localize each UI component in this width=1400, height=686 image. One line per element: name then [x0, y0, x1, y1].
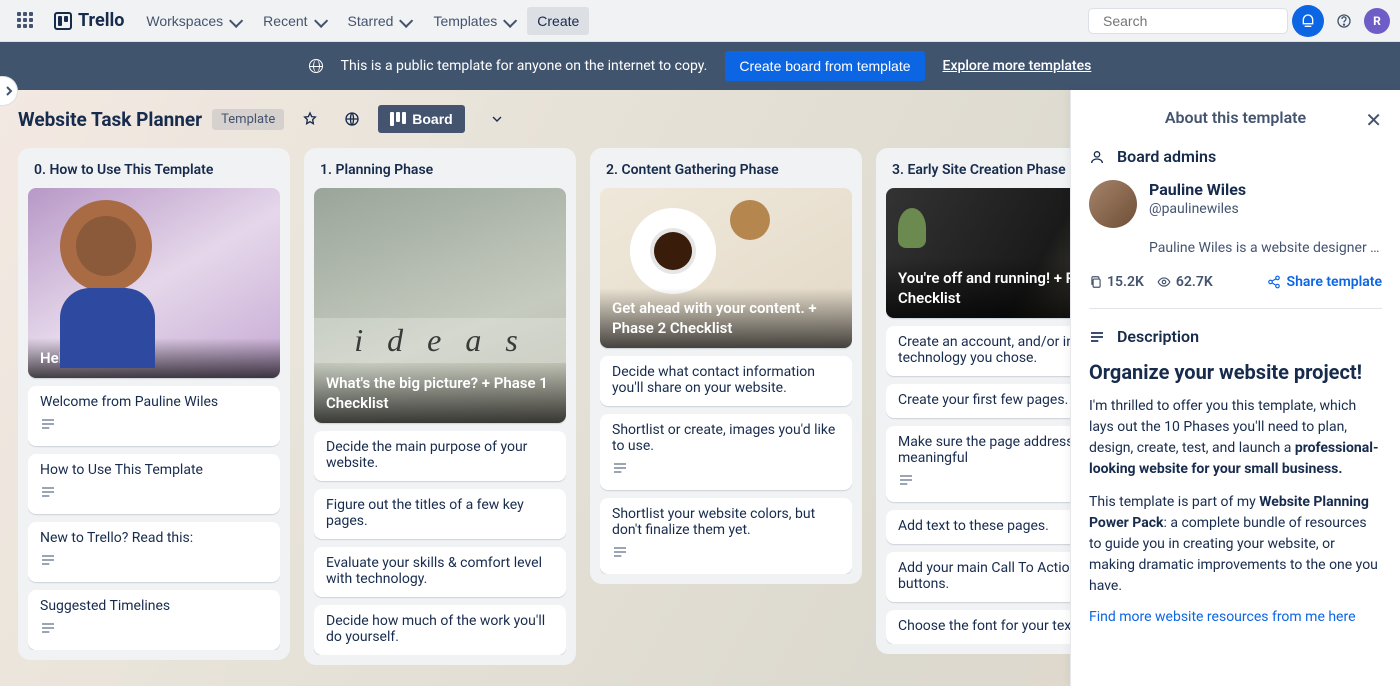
banner-message: This is a public template for anyone on …	[341, 58, 708, 74]
template-badge: Template	[212, 109, 284, 130]
description-icon	[1089, 329, 1105, 345]
card[interactable]: Shortlist or create, images you'd like t…	[600, 414, 852, 490]
cover-title: Hello & Welcome	[28, 338, 280, 378]
brand-text: Trello	[78, 10, 124, 31]
list: 1. Planning Phasei d e a sWhat's the big…	[304, 148, 576, 665]
chevron-down-icon	[314, 18, 324, 24]
search-input[interactable]	[1103, 13, 1284, 29]
admin-name: Pauline Wiles	[1149, 180, 1246, 199]
card-text: Decide how much of the work you'll do yo…	[326, 613, 554, 645]
visibility-icon[interactable]	[336, 103, 368, 135]
card[interactable]: Decide the main purpose of your website.	[314, 431, 566, 481]
cards-container: i d e a sWhat's the big picture? + Phase…	[314, 188, 566, 655]
admin-bio: Pauline Wiles is a website designer …	[1149, 240, 1382, 256]
find-more-link[interactable]: Find more website resources from me here	[1089, 609, 1356, 625]
help-icon[interactable]	[1328, 5, 1360, 37]
admin-username: @paulinewiles	[1149, 201, 1246, 217]
create-from-template-button[interactable]: Create board from template	[725, 51, 924, 81]
cards-container: Get ahead with your content. + Phase 2 C…	[600, 188, 852, 574]
card[interactable]: Suggested Timelines	[28, 590, 280, 650]
card[interactable]: Decide what contact information you'll s…	[600, 356, 852, 406]
card[interactable]: Welcome from Pauline Wiles	[28, 386, 280, 446]
card-text: Shortlist or create, images you'd like t…	[612, 422, 840, 454]
copy-count-icon	[1089, 275, 1103, 289]
cover-card[interactable]: Get ahead with your content. + Phase 2 C…	[600, 188, 852, 348]
card-text: New to Trello? Read this:	[40, 530, 268, 546]
nav-recent[interactable]: Recent	[253, 7, 333, 35]
top-nav: Trello Workspaces Recent Starred Templat…	[0, 0, 1400, 42]
share-template-link[interactable]: Share template	[1267, 274, 1382, 290]
admin-avatar[interactable]	[1089, 180, 1137, 228]
chevron-down-icon	[229, 18, 239, 24]
view-count-icon	[1156, 275, 1172, 289]
card-text: How to Use This Template	[40, 462, 268, 478]
notifications-icon[interactable]	[1292, 5, 1324, 37]
panel-title: About this template	[1165, 108, 1306, 127]
cover-title: What's the big picture? + Phase 1 Checkl…	[314, 363, 566, 424]
view-switcher-chevron-icon[interactable]	[481, 103, 513, 135]
list: 2. Content Gathering Phase Get ahead with…	[590, 148, 862, 584]
chevron-down-icon	[503, 18, 513, 24]
description-indicator-icon	[40, 620, 56, 640]
template-banner: This is a public template for anyone on …	[0, 42, 1400, 90]
card[interactable]: Evaluate your skills & comfort level wit…	[314, 547, 566, 597]
card[interactable]: Figure out the titles of a few key pages…	[314, 489, 566, 539]
description-indicator-icon	[40, 552, 56, 572]
board-area: Website Task Planner Template Board Filt…	[0, 90, 1400, 686]
description-indicator-icon	[612, 460, 628, 480]
globe-icon	[309, 59, 323, 73]
view-count: 62.7K	[1176, 274, 1213, 290]
admins-label: Board admins	[1117, 147, 1216, 166]
nav-starred[interactable]: Starred	[338, 7, 420, 35]
cover-title: Get ahead with your content. + Phase 2 C…	[600, 288, 852, 349]
list-title[interactable]: 1. Planning Phase	[314, 158, 566, 188]
description-headline: Organize your website project!	[1089, 360, 1382, 384]
list-title[interactable]: 0. How to Use This Template	[28, 158, 280, 188]
trello-mark-icon	[54, 12, 72, 30]
nav-templates[interactable]: Templates	[423, 7, 523, 35]
description-indicator-icon	[612, 544, 628, 564]
list: 0. How to Use This TemplateHello & Welco…	[18, 148, 290, 660]
description-indicator-icon	[898, 472, 914, 492]
card-text: Suggested Timelines	[40, 598, 268, 614]
card[interactable]: Decide how much of the work you'll do yo…	[314, 605, 566, 655]
about-panel: About this template ✕ Board admins Pauli…	[1070, 90, 1400, 686]
star-icon[interactable]	[294, 103, 326, 135]
card-text: Evaluate your skills & comfort level wit…	[326, 555, 554, 587]
close-icon[interactable]: ✕	[1365, 108, 1382, 132]
card-text: Welcome from Pauline Wiles	[40, 394, 268, 410]
person-icon	[1089, 149, 1105, 165]
description-indicator-icon	[40, 484, 56, 504]
card-text: Figure out the titles of a few key pages…	[326, 497, 554, 529]
card-text: Decide the main purpose of your website.	[326, 439, 554, 471]
cover-card[interactable]: Hello & Welcome	[28, 188, 280, 378]
nav-create-button[interactable]: Create	[527, 7, 589, 35]
description-indicator-icon	[40, 416, 56, 436]
chevron-down-icon	[399, 18, 409, 24]
search-input-wrap[interactable]	[1088, 8, 1288, 34]
board-title: Website Task Planner	[18, 108, 202, 131]
apps-switcher-icon[interactable]	[10, 5, 42, 37]
card[interactable]: New to Trello? Read this:	[28, 522, 280, 582]
card-text: Decide what contact information you'll s…	[612, 364, 840, 396]
user-avatar[interactable]: R	[1364, 8, 1390, 34]
trello-logo[interactable]: Trello	[54, 10, 124, 31]
description-body: I'm thrilled to offer you this template,…	[1089, 396, 1382, 597]
description-label: Description	[1117, 327, 1199, 346]
card-text: Shortlist your website colors, but don't…	[612, 506, 840, 538]
list-title[interactable]: 2. Content Gathering Phase	[600, 158, 852, 188]
cover-card[interactable]: i d e a sWhat's the big picture? + Phase…	[314, 188, 566, 423]
share-icon	[1267, 275, 1281, 289]
explore-templates-link[interactable]: Explore more templates	[943, 58, 1092, 74]
nav-workspaces[interactable]: Workspaces	[136, 7, 249, 35]
card[interactable]: Shortlist your website colors, but don't…	[600, 498, 852, 574]
board-view-button[interactable]: Board	[378, 105, 464, 133]
card[interactable]: How to Use This Template	[28, 454, 280, 514]
copy-count: 15.2K	[1107, 274, 1144, 290]
cards-container: Hello & Welcome Welcome from Pauline Wile…	[28, 188, 280, 650]
